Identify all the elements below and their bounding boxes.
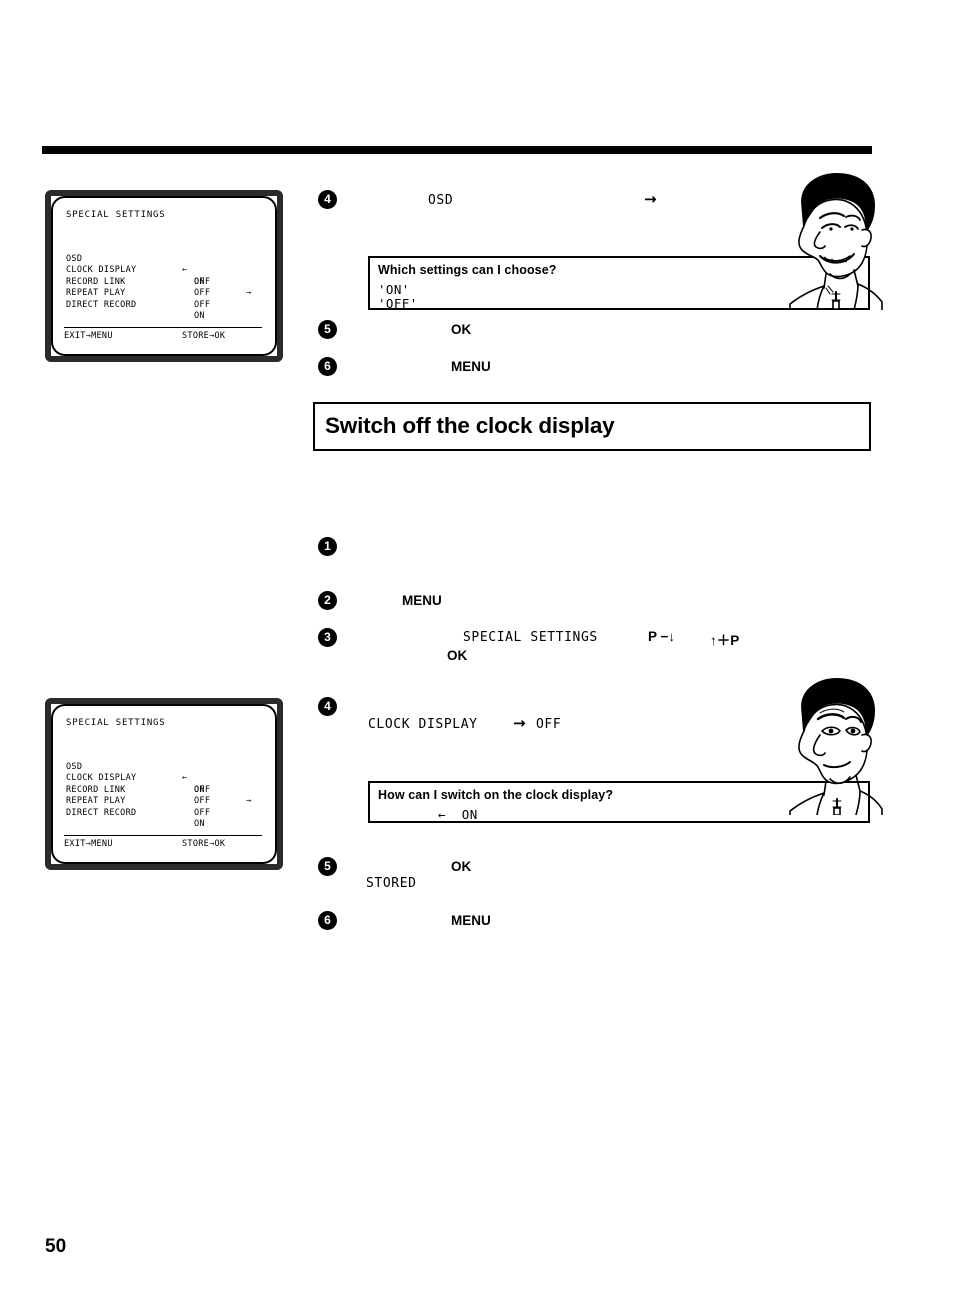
step2-menu-key: MENU — [402, 593, 442, 608]
tv-menu-row: OSD ← ON → — [66, 242, 273, 299]
tv-menu-row: OSD ← ON → — [66, 750, 273, 807]
tv-footer: EXIT→MENU STORE→OK — [64, 839, 264, 852]
step4-clock-display-label: CLOCK DISPLAY — [368, 717, 478, 732]
step-number-6-lower: 6 — [318, 911, 337, 930]
page-title: Switch off the clock display — [325, 413, 615, 438]
right-arrow-icon: → — [513, 714, 526, 732]
tip-question: Which settings can I choose? — [378, 263, 557, 277]
step5-ok-key-lower: OK — [451, 859, 472, 874]
mascot-character-questioning — [780, 675, 888, 815]
step-number-5: 5 — [318, 320, 337, 339]
section-heading-box: Switch off the clock display — [313, 402, 871, 451]
step-number-2: 2 — [318, 591, 337, 610]
step3-special-settings-label: SPECIAL SETTINGS — [463, 630, 598, 645]
tv-menu-row: CLOCK DISPLAY OFF — [66, 254, 273, 287]
step4-clock-display-value: OFF — [536, 717, 562, 732]
step-number-4: 4 — [318, 190, 337, 209]
tip-option-on: 'ON' — [378, 282, 410, 297]
step3-ok-key: OK — [447, 648, 468, 663]
tv-menu-row: RECORD LINK OFF — [66, 265, 273, 299]
tv-menu-row: CLOCK DISPLAY OFF — [66, 762, 273, 795]
page-number: 50 — [45, 1236, 67, 1257]
tv-screen-content: SPECIAL SETTINGS OSD ← ON → CLOCK DISPLA… — [55, 708, 273, 860]
key-p-down: P −↓ — [648, 629, 676, 644]
tv-menu-title: SPECIAL SETTINGS — [66, 718, 166, 728]
tv-footer-divider — [64, 327, 262, 328]
tv-row-label: DIRECT RECORD — [66, 807, 137, 818]
tv-menu-rows: OSD ← ON → CLOCK DISPLAY OFF RECORD LINK… — [66, 242, 273, 322]
tv-footer-store: STORE→OK — [182, 839, 226, 849]
tip-answer: ← ON — [438, 807, 478, 822]
step-number-1: 1 — [318, 537, 337, 556]
right-arrow-icon: → — [644, 190, 657, 208]
tv-row-value: ON — [194, 819, 205, 829]
mascot-character-smiling — [780, 170, 888, 310]
tv-menu-row: DIRECT RECORD ON — [66, 796, 273, 830]
step-number-3: 3 — [318, 628, 337, 647]
tv-screen-mock-top: SPECIAL SETTINGS OSD ← ON → CLOCK DISPLA… — [45, 190, 283, 362]
tv-menu-rows: OSD ← ON → CLOCK DISPLAY OFF RECORD LINK… — [66, 750, 273, 830]
tv-screen-mock-bottom: SPECIAL SETTINGS OSD ← ON → CLOCK DISPLA… — [45, 698, 283, 870]
tv-menu-row: RECORD LINK OFF — [66, 773, 273, 807]
key-p-up: ↑＋P — [710, 633, 740, 648]
tip-question: How can I switch on the clock display? — [378, 788, 614, 802]
tv-footer-exit: EXIT→MENU — [64, 331, 113, 341]
step-number-6: 6 — [318, 357, 337, 376]
tv-menu-row: REPEAT PLAY OFF — [66, 785, 273, 818]
step6-menu-key: MENU — [451, 359, 491, 374]
tv-row-value: OFF — [194, 807, 211, 818]
tv-footer-store: STORE→OK — [182, 331, 226, 341]
header-rule — [42, 146, 872, 154]
tv-menu-title: SPECIAL SETTINGS — [66, 210, 166, 220]
tv-screen-content: SPECIAL SETTINGS OSD ← ON → CLOCK DISPLA… — [55, 200, 273, 352]
step-number-4-lower: 4 — [318, 697, 337, 716]
tv-row-value: OFF — [194, 299, 211, 310]
tv-row-label: DIRECT RECORD — [66, 299, 137, 310]
step4-osd-label: OSD — [428, 193, 454, 208]
tip-option-off: 'OFF' — [378, 296, 418, 311]
step5-ok-key: OK — [451, 322, 472, 337]
tv-footer: EXIT→MENU STORE→OK — [64, 331, 264, 344]
tv-footer-divider — [64, 835, 262, 836]
tv-footer-exit: EXIT→MENU — [64, 839, 113, 849]
step5-stored-label: STORED — [366, 876, 417, 891]
tv-row-value: ON — [194, 311, 205, 321]
step6-menu-key-lower: MENU — [451, 913, 491, 928]
tv-menu-row: REPEAT PLAY OFF — [66, 277, 273, 310]
tv-menu-row: DIRECT RECORD ON — [66, 288, 273, 322]
step-number-5-lower: 5 — [318, 857, 337, 876]
